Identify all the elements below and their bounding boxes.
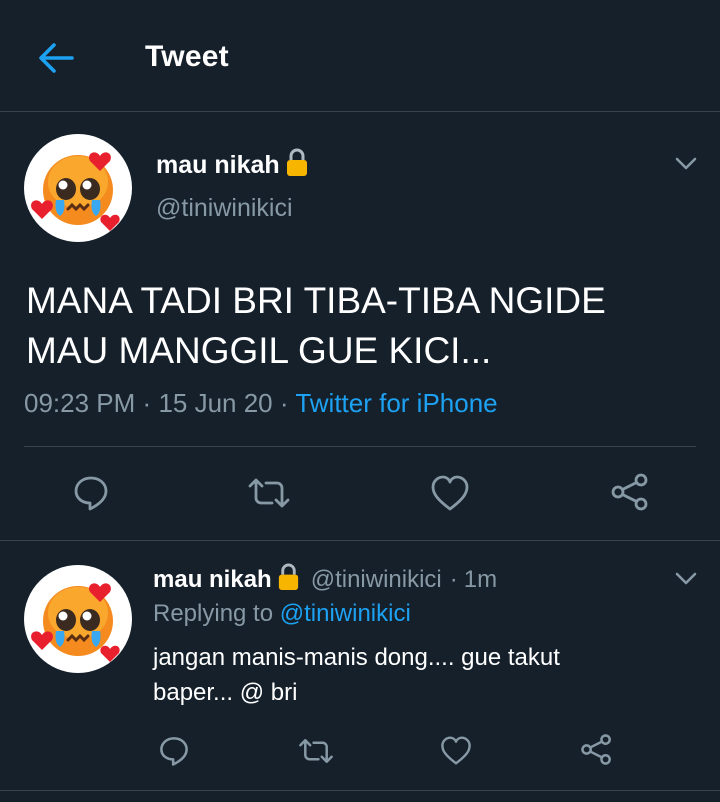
tweet-date: 15 Jun 20 <box>158 388 273 418</box>
reply-icon <box>160 737 188 766</box>
reply-avatar[interactable] <box>24 565 132 673</box>
divider <box>0 790 720 791</box>
reply-reply-button[interactable] <box>158 735 190 767</box>
tweet-text-line: MAU MANGGIL GUE KICI... <box>26 330 492 371</box>
tweet-meta: 09:23 PM · 15 Jun 20 · Twitter for iPhon… <box>24 388 498 419</box>
lock-icon <box>276 562 301 598</box>
replying-to-mention[interactable]: @tiniwinikici <box>280 600 411 627</box>
more-options-button[interactable] <box>674 153 698 178</box>
separator-dot: · <box>142 388 152 418</box>
divider <box>0 540 720 541</box>
divider <box>24 446 696 447</box>
replying-to: Replying to @tiniwinikici <box>153 600 411 628</box>
reply-text: jangan manis-manis dong.... gue takut ba… <box>153 640 673 710</box>
reply-display-name[interactable]: mau nikah <box>153 566 272 594</box>
tweet-time: 09:23 PM <box>24 388 136 418</box>
avatar[interactable] <box>24 134 132 242</box>
reply-retweet-button[interactable] <box>297 737 335 765</box>
reply-icon <box>74 476 108 511</box>
retweet-icon <box>248 478 290 508</box>
separator-dot: · <box>279 388 289 418</box>
reply-text-line: jangan manis-manis dong.... gue takut <box>153 644 560 671</box>
reply-more-options-button[interactable] <box>674 568 698 593</box>
lock-icon <box>284 147 310 184</box>
reply-author-row: mau nikah @tiniwinikici · 1m <box>153 562 497 598</box>
share-icon <box>581 734 611 765</box>
separator-dot: · <box>449 566 458 593</box>
share-icon <box>611 473 648 511</box>
retweet-icon <box>299 739 333 763</box>
reply-text-line: baper... @ bri <box>153 679 298 706</box>
heart-icon <box>441 736 471 765</box>
back-button[interactable] <box>34 38 78 78</box>
tweet-source-link[interactable]: Twitter for iPhone <box>295 388 497 418</box>
replying-to-label: Replying to <box>153 600 274 627</box>
reply-share-button[interactable] <box>580 733 613 766</box>
reply-like-button[interactable] <box>440 735 472 766</box>
reply-timestamp: 1m <box>463 566 498 593</box>
author-name-row: mau nikah <box>156 147 310 184</box>
display-name[interactable]: mau nikah <box>156 151 280 180</box>
page-title: Tweet <box>145 40 229 73</box>
pleading-face-emoji-icon <box>31 152 120 231</box>
chevron-down-icon <box>675 157 697 170</box>
chevron-down-icon <box>675 572 697 585</box>
retweet-button[interactable] <box>246 476 292 510</box>
arrow-left-icon <box>39 43 74 73</box>
share-button[interactable] <box>610 472 650 512</box>
pleading-face-emoji-icon <box>31 583 120 662</box>
reply-username[interactable]: @tiniwinikici <box>311 566 442 594</box>
heart-icon <box>431 475 469 511</box>
reply-button[interactable] <box>72 474 110 512</box>
tweet-text: MANA TADI BRI TIBA-TIBA NGIDE MAU MANGGI… <box>26 276 696 376</box>
like-button[interactable] <box>430 474 470 512</box>
top-bar: Tweet <box>0 0 720 112</box>
tweet-text-line: MANA TADI BRI TIBA-TIBA NGIDE <box>26 280 606 321</box>
username[interactable]: @tiniwinikici <box>156 194 293 223</box>
